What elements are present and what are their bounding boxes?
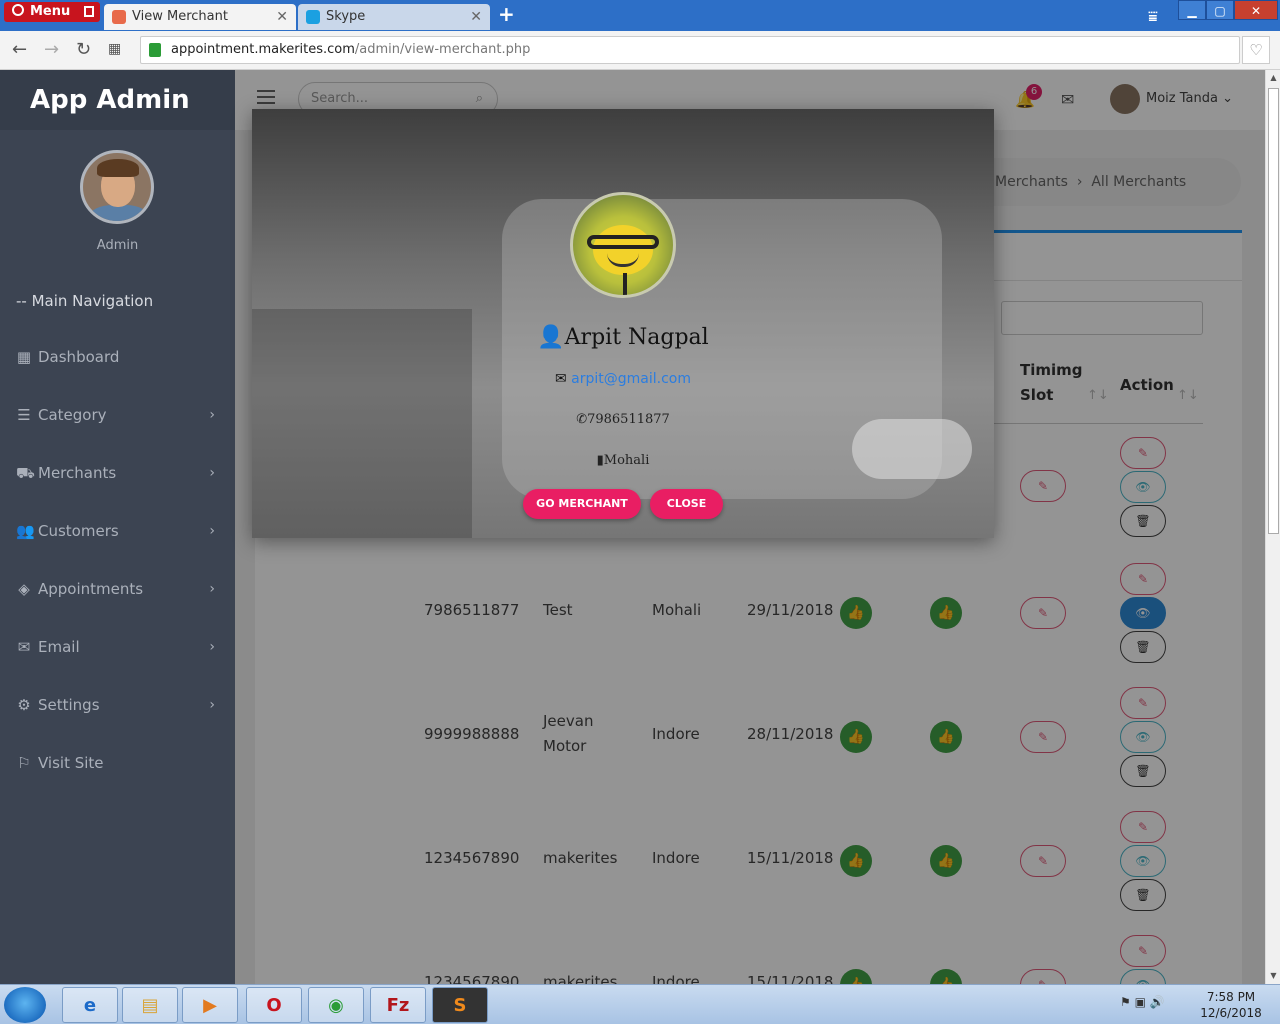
new-tab-button[interactable]: +: [498, 2, 515, 26]
file-explorer-icon[interactable]: ▤: [122, 987, 178, 1023]
url-field[interactable]: appointment.makerites.com/admin/view-mer…: [140, 36, 1240, 64]
merchant-city: ▮Mohali: [252, 453, 994, 468]
opera-taskbar-icon[interactable]: O: [246, 987, 302, 1023]
sidebar-item-customers[interactable]: 👥 Customers ›: [16, 519, 221, 543]
cart-icon: ⛟: [16, 464, 35, 482]
chevron-right-icon: ›: [209, 581, 215, 597]
windows-taskbar: e ▤ ▶ O ◉ Fz S ⚑ ▣ 🔊 7:58 PM 12/6/2018: [0, 984, 1280, 1024]
phone-icon: ✆: [576, 412, 588, 427]
opera-logo-icon: [12, 4, 24, 16]
scrollbar-thumb[interactable]: [1268, 88, 1279, 534]
bookmark-heart-icon[interactable]: ♡: [1242, 36, 1270, 64]
chevron-right-icon: ›: [209, 639, 215, 655]
internet-explorer-icon[interactable]: e: [62, 987, 118, 1023]
merchant-modal: 👤Arpit Nagpal ✉ arpit@gmail.com ✆7986511…: [252, 109, 994, 538]
sidebar-item-email[interactable]: ✉ Email ›: [16, 635, 221, 659]
opera-menu-button[interactable]: Menu: [4, 2, 100, 22]
tab-skype[interactable]: Skype ✕: [298, 4, 490, 30]
chevron-right-icon: ›: [209, 407, 215, 423]
volume-icon[interactable]: 🔊: [1150, 995, 1165, 1009]
skype-favicon-icon: [306, 10, 320, 24]
merchant-city-text: Mohali: [603, 453, 650, 468]
back-icon[interactable]: ←: [12, 39, 27, 60]
speed-dial-icon[interactable]: ▦: [108, 41, 121, 57]
scroll-up-icon[interactable]: ▲: [1266, 70, 1280, 86]
sidebar-item-appointments[interactable]: ◈ Appointments ›: [16, 577, 221, 601]
sidebar-item-merchants[interactable]: ⛟ Merchants ›: [16, 461, 221, 485]
system-tray: ⚑ ▣ 🔊: [1120, 995, 1165, 1009]
chevron-right-icon: ›: [209, 523, 215, 539]
scroll-down-icon[interactable]: ▼: [1266, 968, 1280, 984]
user-icon: 👤: [537, 325, 565, 350]
clock-date: 12/6/2018: [1200, 1006, 1262, 1020]
tab-view-merchant[interactable]: View Merchant ✕: [104, 4, 296, 30]
site-favicon-icon: [112, 10, 126, 24]
users-icon: 👥: [16, 522, 35, 540]
tab-menu-icon[interactable]: ⩸: [1148, 7, 1158, 27]
address-bar: ← → ↻ ▦ appointment.makerites.com/admin/…: [0, 31, 1280, 70]
clock-time: 7:58 PM: [1206, 990, 1256, 1004]
envelope-icon: ✉: [17, 638, 31, 656]
nav-heading: -- Main Navigation: [16, 292, 154, 310]
sidebar-item-category[interactable]: ☰ Category ›: [16, 403, 221, 427]
gear-icon: ⚙: [17, 696, 31, 714]
lock-icon: [149, 43, 161, 57]
sidebar-item-label: Settings: [38, 696, 100, 714]
sidebar-item-label: Customers: [38, 522, 119, 540]
sidebar-item-dashboard[interactable]: ▦ Dashboard: [16, 345, 221, 369]
list-icon: ☰: [17, 406, 31, 424]
close-tab-icon[interactable]: ✕: [276, 4, 288, 30]
brand-title[interactable]: App Admin: [0, 70, 235, 130]
chrome-icon[interactable]: ◉: [308, 987, 364, 1023]
sidebar-item-label: Email: [38, 638, 80, 656]
signpost-icon: ⚐: [17, 754, 31, 772]
flag-icon: [84, 6, 94, 17]
sidebar-item-label: Visit Site: [38, 754, 104, 772]
sublime-text-icon[interactable]: S: [432, 987, 488, 1023]
merchant-avatar: [570, 192, 676, 298]
opera-menu-label: Menu: [30, 4, 71, 19]
calendar-icon: ◈: [18, 580, 30, 598]
tab-title: View Merchant: [132, 9, 228, 24]
go-merchant-button[interactable]: GO MERCHANT: [523, 489, 641, 519]
reload-icon[interactable]: ↻: [76, 39, 91, 60]
merchant-email[interactable]: ✉ arpit@gmail.com: [252, 371, 994, 387]
media-player-icon[interactable]: ▶: [182, 987, 238, 1023]
close-tab-icon[interactable]: ✕: [470, 4, 482, 30]
merchant-name-text: Arpit Nagpal: [564, 325, 709, 350]
sidebar-item-visit-site[interactable]: ⚐ Visit Site: [16, 751, 221, 775]
tab-title: Skype: [326, 9, 366, 24]
forward-icon[interactable]: →: [44, 39, 59, 60]
dashboard-icon: ▦: [16, 348, 32, 366]
sidebar: App Admin Admin -- Main Navigation ▦ Dash…: [0, 70, 235, 984]
sidebar-item-settings[interactable]: ⚙ Settings ›: [16, 693, 221, 717]
sidebar-item-label: Dashboard: [38, 348, 120, 366]
maximize-button[interactable]: ▢: [1206, 0, 1234, 20]
merchant-email-text[interactable]: arpit@gmail.com: [571, 371, 691, 387]
merchant-name: 👤Arpit Nagpal: [252, 325, 994, 350]
filezilla-icon[interactable]: Fz: [370, 987, 426, 1023]
browser-tab-bar: Menu View Merchant ✕ Skype ✕ + ⩸ ▁ ▢ ✕: [0, 0, 1280, 31]
clock[interactable]: 7:58 PM 12/6/2018: [1196, 989, 1266, 1021]
close-window-button[interactable]: ✕: [1234, 0, 1278, 20]
network-icon[interactable]: ▣: [1135, 995, 1146, 1009]
admin-label: Admin: [96, 238, 139, 253]
envelope-icon: ✉: [554, 371, 567, 387]
close-button[interactable]: CLOSE: [650, 489, 723, 519]
sidebar-item-label: Category: [38, 406, 107, 424]
admin-avatar: [80, 150, 154, 224]
sidebar-item-label: Appointments: [38, 580, 144, 598]
chevron-right-icon: ›: [209, 697, 215, 713]
windows-start-button[interactable]: [4, 987, 46, 1023]
url-host: appointment.makerites.com: [171, 42, 355, 57]
merchant-phone-text: 7986511877: [587, 412, 670, 427]
vertical-scrollbar[interactable]: ▲ ▼: [1265, 70, 1280, 984]
flag-tray-icon[interactable]: ⚑: [1120, 995, 1131, 1009]
url-path: /admin/view-merchant.php: [354, 42, 531, 57]
sidebar-item-label: Merchants: [38, 464, 117, 482]
chevron-right-icon: ›: [209, 465, 215, 481]
minimize-button[interactable]: ▁: [1178, 0, 1206, 20]
merchant-phone: ✆7986511877: [252, 412, 994, 427]
building-icon: ▮: [596, 453, 604, 468]
